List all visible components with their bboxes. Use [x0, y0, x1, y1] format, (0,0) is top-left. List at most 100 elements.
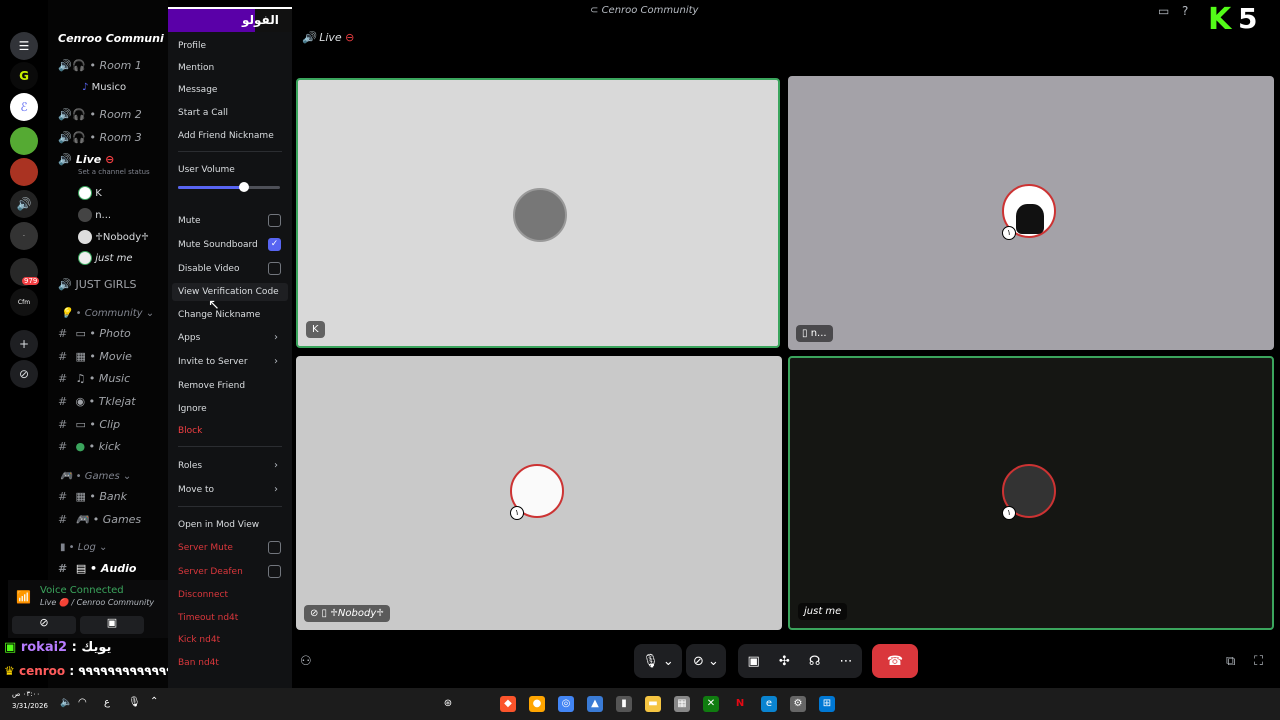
inbox-icon[interactable]: ▭	[1158, 4, 1169, 18]
app-icon[interactable]: ●	[529, 696, 545, 712]
menu-message[interactable]: Message	[178, 85, 217, 95]
menu-view-verification-code[interactable]: View Verification Code	[178, 287, 279, 297]
category-log[interactable]: ▮ • Log ⌄	[60, 542, 107, 553]
menu-roles[interactable]: Roles	[178, 461, 202, 471]
menu-ban[interactable]: Ban nd4t	[178, 658, 219, 668]
voice-user-n[interactable]: n...	[78, 208, 111, 222]
tray-expand-icon[interactable]: ⌃	[150, 696, 158, 707]
voice-connected-subtitle[interactable]: Live 🔴 / Cenroo Community	[40, 598, 154, 607]
menu-block[interactable]: Block	[178, 426, 202, 436]
mic-button[interactable]: 🎙 ⌄	[634, 644, 682, 678]
voice-channel-room2[interactable]: 🔊🎧 • Room 2	[58, 108, 142, 121]
volume-slider[interactable]	[178, 182, 280, 192]
store-icon[interactable]: ▦	[674, 696, 690, 712]
menu-mention[interactable]: Mention	[178, 63, 214, 73]
server-icon-text[interactable]: ·	[10, 222, 38, 250]
menu-start-call[interactable]: Start a Call	[178, 108, 228, 118]
signal-icon[interactable]: 📶	[16, 590, 31, 604]
server-icon-anime[interactable]	[10, 158, 38, 186]
netflix-icon[interactable]: N	[732, 696, 748, 712]
fullscreen-icon[interactable]: ⛶	[1254, 654, 1263, 669]
text-channel-audio[interactable]: # ▤ • Audio	[58, 562, 136, 575]
screen-share-button[interactable]: ▣	[80, 616, 144, 634]
voice-channel-live[interactable]: 🔊 Live ⊖	[58, 153, 114, 166]
server-name[interactable]: Cenroo Communi	[58, 32, 164, 45]
xbox-icon[interactable]: ✕	[703, 696, 719, 712]
menu-server-deafen[interactable]: Server Deafen	[178, 567, 243, 577]
menu-disconnect[interactable]: Disconnect	[178, 590, 228, 600]
text-channel-movie[interactable]: # ▦ • Movie	[58, 350, 132, 363]
menu-server-mute[interactable]: Server Mute	[178, 543, 233, 553]
voice-user-nobody[interactable]: ♱Nobody♱	[78, 230, 149, 244]
disable-video-checkbox[interactable]	[268, 262, 281, 275]
server-icon-cfm[interactable]: Cfm	[10, 288, 38, 316]
channel-status[interactable]: Set a channel status	[78, 168, 150, 176]
activities-icon[interactable]: ✣	[779, 654, 790, 669]
discord-taskbar-icon[interactable]: ⊛	[440, 696, 456, 712]
server-mute-checkbox[interactable]	[268, 541, 281, 554]
voice-channel-room1[interactable]: 🔊🎧 • Room 1	[58, 59, 142, 72]
voice-channel-just-girls[interactable]: 🔊 JUST GIRLS	[58, 278, 137, 291]
input-language[interactable]: ع	[104, 697, 110, 708]
server-icon-voice[interactable]: 🔊	[10, 190, 38, 218]
wifi-icon[interactable]: ◠	[78, 697, 87, 708]
text-channel-photo[interactable]: # ▭ • Photo	[58, 327, 131, 340]
video-tile-justme[interactable]: ١ just me	[788, 356, 1274, 630]
text-channel-music[interactable]: # ♫ • Music	[58, 372, 130, 385]
menu-profile[interactable]: Profile	[178, 41, 206, 51]
category-community[interactable]: 💡 • Community ⌄	[60, 308, 154, 319]
menu-mute-soundboard[interactable]: Mute Soundboard	[178, 240, 258, 250]
text-channel-kick[interactable]: # ● • kick	[58, 440, 120, 453]
voice-user-justme[interactable]: just me	[78, 251, 133, 265]
help-icon[interactable]: ?	[1182, 4, 1188, 18]
server-icon-active[interactable]: ℰ	[10, 93, 38, 121]
menu-remove-friend[interactable]: Remove Friend	[178, 381, 245, 391]
video-tile-nobody[interactable]: ١ ⊘ ▯ ♱Nobody♱	[296, 356, 782, 630]
voice-channel-room3[interactable]: 🔊🎧 • Room 3	[58, 131, 142, 144]
screen-share-icon[interactable]: ▣	[748, 654, 760, 669]
mute-soundboard-checkbox[interactable]: ✓	[268, 238, 281, 251]
server-icon-game[interactable]	[10, 127, 38, 155]
soundboard-icon[interactable]: ☊	[809, 654, 821, 669]
file-explorer-icon[interactable]: ▬	[645, 696, 661, 712]
mic-tray-icon[interactable]: 🎙	[128, 697, 141, 708]
menu-move-to[interactable]: Move to	[178, 485, 214, 495]
edge-icon[interactable]: e	[761, 696, 777, 712]
video-off-button[interactable]: ⊘	[12, 616, 76, 634]
windows-start-icon[interactable]: ⊞	[819, 696, 835, 712]
voice-user-musico[interactable]: ♪ Musico	[82, 82, 126, 93]
camera-off-button[interactable]: ⊘ ⌄	[686, 644, 726, 678]
menu-add-friend-nickname[interactable]: Add Friend Nickname	[178, 131, 274, 141]
server-icon-g[interactable]: G	[10, 62, 38, 90]
mute-checkbox[interactable]	[268, 214, 281, 227]
text-channel-games[interactable]: # 🎮 • Games	[58, 513, 141, 526]
video-tile-k[interactable]: K	[296, 78, 780, 348]
text-channel-clip[interactable]: # ▭ • Clip	[58, 418, 120, 431]
server-deafen-checkbox[interactable]	[268, 565, 281, 578]
menu-invite-to-server[interactable]: Invite to Server	[178, 357, 248, 367]
chrome-icon[interactable]: ◎	[558, 696, 574, 712]
menu-kick[interactable]: Kick nd4t	[178, 635, 220, 645]
add-server-icon[interactable]: +	[10, 330, 38, 358]
discord-home-icon[interactable]: ☰	[10, 32, 38, 60]
category-games[interactable]: 🎮 • Games ⌄	[60, 471, 131, 482]
settings-icon[interactable]: ⚙	[790, 696, 806, 712]
volume-icon[interactable]: 🔈	[60, 697, 72, 708]
menu-timeout[interactable]: Timeout nd4t	[178, 613, 238, 623]
pop-out-icon[interactable]: ⧉	[1226, 654, 1235, 669]
discover-icon[interactable]: ⊘	[10, 360, 38, 388]
video-tile-n[interactable]: ١ ▯ n...	[788, 76, 1274, 350]
text-channel-bank[interactable]: # ▦ • Bank	[58, 490, 127, 503]
text-channel-tklejat[interactable]: # ◉ • Tklejat	[58, 395, 136, 408]
menu-disable-video[interactable]: Disable Video	[178, 264, 239, 274]
volume-slider-handle[interactable]	[239, 182, 250, 192]
more-icon[interactable]: ⋯	[839, 654, 852, 669]
menu-ignore[interactable]: Ignore	[178, 404, 207, 414]
activity-icon[interactable]: ⚇	[300, 654, 312, 669]
menu-open-mod-view[interactable]: Open in Mod View	[178, 520, 259, 530]
usb-icon[interactable]: ▮	[616, 696, 632, 712]
photos-icon[interactable]: ▲	[587, 696, 603, 712]
disconnect-button[interactable]: ☎	[872, 644, 918, 678]
menu-mute[interactable]: Mute	[178, 216, 201, 226]
voice-user-k[interactable]: K	[78, 186, 102, 200]
